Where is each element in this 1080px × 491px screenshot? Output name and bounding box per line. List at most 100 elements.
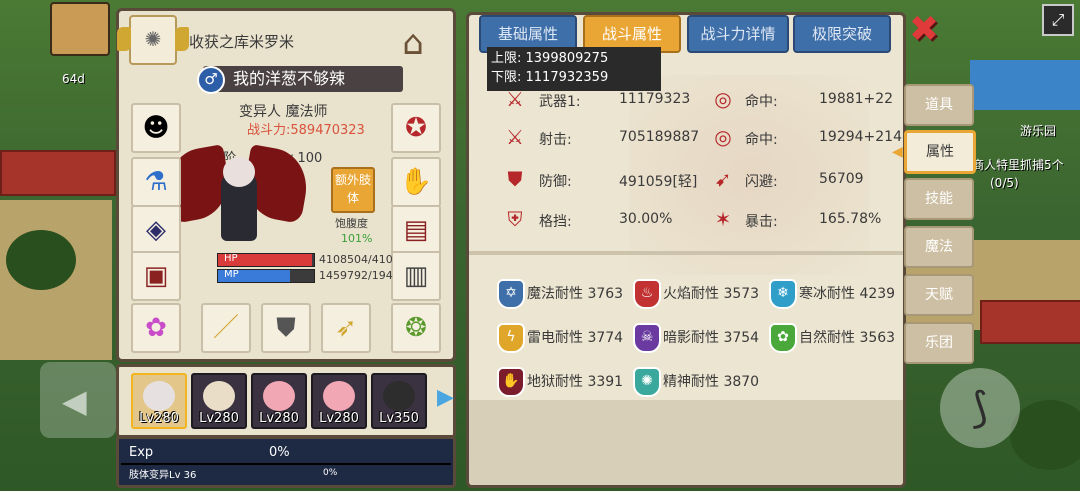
pet-slot[interactable]: Lv280 <box>251 373 307 429</box>
player-title: 收获之库米罗米 <box>189 33 295 51</box>
house-roof <box>980 300 1080 344</box>
limb-exp-value: 0% <box>323 468 338 478</box>
satiety-label: 饱腹度 <box>335 217 368 230</box>
equip-slot-pet[interactable]: ✿ <box>131 303 181 353</box>
hp-label: HP <box>224 253 238 264</box>
pet-level: Lv280 <box>199 411 239 426</box>
pet-slot[interactable]: Lv280 <box>131 373 187 429</box>
pet-portrait <box>263 381 295 411</box>
damage-range-tooltip: 上限: 1399809275 下限: 1117932359 <box>487 47 661 91</box>
equip-slot-body[interactable]: ▣ <box>131 251 181 301</box>
equip-slot-ring[interactable]: ❂ <box>391 303 441 353</box>
resist-spirit: 精神耐性 3870 <box>663 374 760 390</box>
bow-icon: ➶ <box>335 313 357 343</box>
quest-progress: (0/5) <box>990 176 1019 190</box>
ring-icon: ❂ <box>405 313 427 343</box>
dodge-icon: ➹ <box>714 167 732 191</box>
side-tab-magic[interactable]: 魔法 <box>904 226 974 268</box>
bow-attack-icon[interactable]: ⟆ <box>940 368 1020 448</box>
equip-slot-cloak[interactable]: ◈ <box>131 205 181 255</box>
spirit-resist-icon: ✺ <box>633 367 661 397</box>
hit-label: 命中: <box>745 94 778 110</box>
mp-value: 1459792/194 <box>319 269 393 282</box>
extra-limb-button[interactable]: 额外肢体 <box>331 167 375 213</box>
combat-power: 战斗力:589470323 <box>247 123 365 138</box>
cloak-icon: ◈ <box>146 215 166 245</box>
pet-level: Lv280 <box>259 411 299 426</box>
satiety-value: 101% <box>341 232 373 245</box>
fire-resist-icon: ♨ <box>633 279 661 309</box>
defense-shield-icon: ⛊ <box>507 167 523 191</box>
dpad-left-button[interactable] <box>40 362 116 438</box>
weapon-icon: ⚔ <box>506 87 524 111</box>
exp-label: Exp <box>129 445 154 460</box>
side-tab-skills[interactable]: 技能 <box>904 178 974 220</box>
equip-slot-head[interactable]: ☻ <box>131 103 181 153</box>
side-tab-talent[interactable]: 天赋 <box>904 274 974 316</box>
wardrobe-hanger-icon[interactable]: ⌂ <box>387 21 439 65</box>
weapon-label: 武器1: <box>539 94 581 110</box>
character-panel: ✺ 收获之库米罗米 ⌂ ♂ 我的洋葱不够辣 变异人 魔法师 战斗力:589470… <box>116 8 456 362</box>
player-avatar[interactable] <box>50 2 110 56</box>
resist-hell: 地狱耐性 3391 <box>527 374 624 390</box>
equip-slot-bow[interactable]: ➶ <box>321 303 371 353</box>
active-tab-arrow-icon: ◀ <box>892 144 903 160</box>
shoot-label: 射击: <box>539 132 572 148</box>
potion-icon: ⚗ <box>144 167 168 197</box>
equip-slot-emblem[interactable]: ✪ <box>391 103 441 153</box>
side-tab-band[interactable]: 乐团 <box>904 322 974 364</box>
player-name-bar: ♂ 我的洋葱不够辣 <box>197 66 403 94</box>
defense-value: 491059[轻] <box>619 174 698 190</box>
shoot-value: 705189887 <box>619 129 700 145</box>
block-icon: ⛨ <box>507 207 523 231</box>
bunny-icon: ✿ <box>145 313 167 343</box>
player-class: 变异人 魔法师 <box>239 104 328 120</box>
hit-value: 19881+22 <box>819 91 894 107</box>
hp-value: 4108504/410 <box>319 253 393 266</box>
resist-magic: 魔法耐性 3763 <box>527 286 624 302</box>
hell-resist-icon: ✋ <box>497 367 525 397</box>
block-value: 30.00% <box>619 211 673 227</box>
quest-text[interactable]: 商人特里抓捕5个 <box>972 156 1080 173</box>
side-tab-items[interactable]: 道具 <box>904 84 974 126</box>
defense-label: 防御: <box>539 174 572 190</box>
equip-slot-gloves[interactable]: ✋ <box>391 157 441 207</box>
side-tab-attributes[interactable]: 属性 <box>904 130 976 174</box>
resist-thunder: 雷电耐性 3774 <box>527 330 624 346</box>
mp-bar: MP <box>217 269 315 283</box>
pet-slot[interactable]: Lv280 <box>191 373 247 429</box>
hit-label: 命中: <box>745 132 778 148</box>
tab-power-detail[interactable]: 战斗力详情 <box>687 15 789 53</box>
mask-icon: ☻ <box>142 113 170 143</box>
crit-value: 165.78% <box>819 211 882 227</box>
hp-bar: HP <box>217 253 315 267</box>
bush <box>1010 400 1080 470</box>
equip-slot-chest[interactable]: ▤ <box>391 205 441 255</box>
close-icon[interactable]: ✖ <box>904 12 944 48</box>
equip-slot-boots[interactable]: ▥ <box>391 251 441 301</box>
house-roof <box>0 150 116 196</box>
nature-resist-icon: ✿ <box>769 323 797 353</box>
emblem-icon: ✪ <box>405 113 427 143</box>
exit-fullscreen-icon[interactable]: ⤢ <box>1042 4 1074 36</box>
tooltip-upper: 上限: 1399809275 <box>491 51 609 66</box>
pet-slot[interactable]: Lv280 <box>311 373 367 429</box>
exp-panel: Exp 0% 肢体变异Lv 36 0% <box>116 436 456 488</box>
equip-slot-shield[interactable]: ⛊ <box>261 303 311 353</box>
pet-slot[interactable]: Lv350 <box>371 373 427 429</box>
equip-slot-amulet[interactable]: ⚗ <box>131 157 181 207</box>
equip-slot-weapon1[interactable]: ／ <box>201 303 251 353</box>
pet-portrait <box>143 381 175 411</box>
resist-fire: 火焰耐性 3573 <box>663 286 760 302</box>
dodge-value: 56709 <box>819 171 864 187</box>
pet-scroll-right-icon[interactable]: ▶ <box>437 385 454 410</box>
target-icon: ◎ <box>714 87 732 111</box>
ice-resist-icon: ❄ <box>769 279 797 309</box>
target-icon: ◎ <box>714 125 732 149</box>
exp-value: 0% <box>269 445 290 460</box>
pet-level: Lv350 <box>379 411 419 426</box>
tooltip-lower: 下限: 1117932359 <box>491 70 609 85</box>
player-name: 我的洋葱不够辣 <box>233 69 346 88</box>
mp-label: MP <box>224 269 239 280</box>
tab-limit-break[interactable]: 极限突破 <box>793 15 891 53</box>
